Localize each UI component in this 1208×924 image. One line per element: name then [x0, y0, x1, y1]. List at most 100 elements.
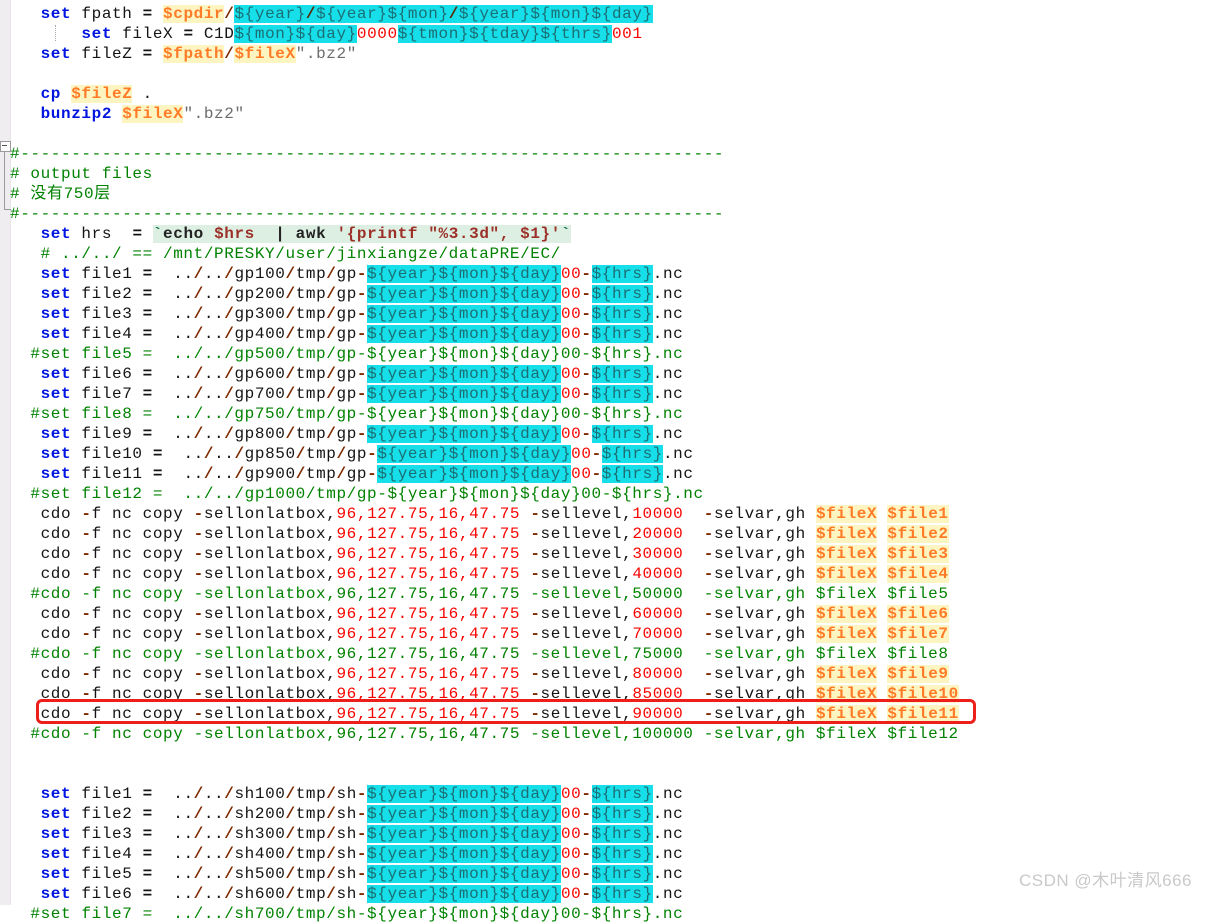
code-token: = [143, 325, 153, 343]
code-token: $fpath [163, 45, 224, 63]
code-line[interactable] [10, 744, 959, 764]
code-token: sh [337, 825, 357, 843]
code-token: - [581, 785, 591, 803]
code-line[interactable] [10, 124, 959, 144]
code-line[interactable]: #set file5 = ../../gp500/tmp/gp-${year}$… [10, 344, 959, 364]
code-line[interactable]: #set file7 = ../../sh700/tmp/sh-${year}$… [10, 904, 959, 924]
code-token: 96,127.75,16,47.75 [336, 525, 520, 543]
code-line[interactable]: cdo -f nc copy -sellonlatbox,96,127.75,1… [10, 504, 959, 524]
code-line[interactable]: cdo -f nc copy -sellonlatbox,96,127.75,1… [10, 604, 959, 624]
watermark-text: CSDN @木叶清风666 [1019, 866, 1192, 891]
code-line[interactable]: # 没有750层 [10, 184, 959, 204]
code-token: set [41, 465, 72, 483]
code-line[interactable]: set file11 = ../../gp900/tmp/gp-${year}$… [10, 464, 959, 484]
code-token: / [285, 265, 295, 283]
code-line[interactable]: set file2 = ../../gp200/tmp/gp-${year}${… [10, 284, 959, 304]
code-line[interactable]: set file10 = ../../gp850/tmp/gp-${year}$… [10, 444, 959, 464]
code-token: file2 [71, 285, 142, 303]
code-token: - [704, 565, 714, 583]
code-token: set [41, 785, 72, 803]
code-token: set [41, 365, 72, 383]
code-line[interactable]: set fpath = $cpdir/${year}/${year}${mon}… [10, 4, 959, 24]
code-token: .nc [653, 265, 684, 283]
code-token: fileX [112, 25, 183, 43]
code-line[interactable]: set hrs = `echo $hrs | awk '{printf "%3.… [10, 224, 959, 244]
code-token: ${hrs} [592, 885, 653, 903]
code-token: / [224, 285, 234, 303]
code-line[interactable]: set fileZ = $fpath/$fileX".bz2" [10, 44, 959, 64]
code-token: echo [163, 225, 214, 243]
code-line[interactable] [10, 64, 959, 84]
code-line[interactable]: #set file8 = ../../gp750/tmp/gp-${year}$… [10, 404, 959, 424]
code-token: ${hrs} [592, 365, 653, 383]
code-line[interactable]: cdo -f nc copy -sellonlatbox,96,127.75,1… [10, 544, 959, 564]
code-token: gp600 [234, 365, 285, 383]
code-token: 00 [561, 305, 581, 323]
code-line[interactable]: set file6 = ../../gp600/tmp/gp-${year}${… [10, 364, 959, 384]
code-line[interactable]: # ../../ == /mnt/PRESKY/user/jinxiangze/… [10, 244, 959, 264]
code-token: ${hrs} [602, 445, 663, 463]
code-line[interactable]: set file5 = ../../sh500/tmp/sh-${year}${… [10, 864, 959, 884]
code-line[interactable]: cdo -f nc copy -sellonlatbox,96,127.75,1… [10, 624, 959, 644]
code-token: .. [153, 325, 194, 343]
code-token [10, 645, 30, 663]
code-line[interactable]: #---------------------------------------… [10, 204, 959, 224]
code-line[interactable]: set file4 = ../../sh400/tmp/sh-${year}${… [10, 844, 959, 864]
code-token: # ../../ == /mnt/PRESKY/user/jinxiangze/… [41, 245, 561, 263]
code-line[interactable]: set file3 = ../../sh300/tmp/sh-${year}${… [10, 824, 959, 844]
code-token: tmp [296, 365, 327, 383]
code-line[interactable]: #cdo -f nc copy -sellonlatbox,96,127.75,… [10, 724, 959, 744]
code-token: .. [204, 785, 224, 803]
code-token [520, 565, 530, 583]
code-token: - [581, 425, 591, 443]
code-line[interactable]: cdo -f nc copy -sellonlatbox,96,127.75,1… [10, 664, 959, 684]
code-line[interactable]: #---------------------------------------… [10, 144, 959, 164]
code-line[interactable]: set file2 = ../../sh200/tmp/sh-${year}${… [10, 804, 959, 824]
code-token: / [326, 265, 336, 283]
code-token: 00 [561, 285, 581, 303]
code-token: fpath [71, 5, 142, 23]
code-token: 80000 [632, 665, 683, 683]
code-line[interactable]: bunzip2 $fileX".bz2" [10, 104, 959, 124]
code-token: sh200 [234, 805, 285, 823]
code-token: 00 [561, 365, 581, 383]
code-line[interactable]: cdo -f nc copy -sellonlatbox,96,127.75,1… [10, 564, 959, 584]
code-token: $fileX [816, 545, 877, 563]
code-token: - [194, 665, 204, 683]
code-line[interactable]: set file1 = ../../gp100/tmp/gp-${year}${… [10, 264, 959, 284]
code-token: / [326, 845, 336, 863]
code-token: gp [337, 265, 357, 283]
code-token: / [234, 465, 244, 483]
code-token: #set file8 = ../../gp750/tmp/gp-${year}$… [30, 405, 683, 423]
code-token: .. [204, 865, 224, 883]
code-token: file3 [71, 825, 142, 843]
code-line[interactable]: set file3 = ../../gp300/tmp/gp-${year}${… [10, 304, 959, 324]
code-token: / [224, 45, 234, 63]
code-line[interactable]: set file1 = ../../sh100/tmp/sh-${year}${… [10, 784, 959, 804]
code-token: / [204, 445, 214, 463]
code-line[interactable]: set file4 = ../../gp400/tmp/gp-${year}${… [10, 324, 959, 344]
code-token: # 没有750层 [10, 185, 111, 203]
code-line[interactable] [10, 764, 959, 784]
fold-collapse-icon[interactable] [0, 141, 11, 152]
code-token: .. [214, 465, 234, 483]
code-token: = [153, 445, 163, 463]
code-token: ${year}${mon}${day} [377, 465, 571, 483]
code-line[interactable]: cp $fileZ . [10, 84, 959, 104]
code-token: tmp [296, 865, 327, 883]
code-line[interactable]: set file6 = ../../sh600/tmp/sh-${year}${… [10, 884, 959, 904]
code-token: - [367, 445, 377, 463]
code-line[interactable]: #cdo -f nc copy -sellonlatbox,96,127.75,… [10, 584, 959, 604]
code-token: set [41, 5, 72, 23]
code-line[interactable]: #cdo -f nc copy -sellonlatbox,96,127.75,… [10, 644, 959, 664]
code-area[interactable]: set fpath = $cpdir/${year}/${year}${mon}… [10, 4, 959, 924]
code-token: .nc [653, 845, 684, 863]
code-line[interactable]: cdo -f nc copy -sellonlatbox,96,127.75,1… [10, 524, 959, 544]
code-line[interactable]: set file7 = ../../gp700/tmp/gp-${year}${… [10, 384, 959, 404]
code-line[interactable]: set fileX = C1D${mon}${day}0000${tmon}${… [10, 24, 959, 44]
code-token: ${hrs} [592, 305, 653, 323]
code-line[interactable]: #set file12 = ../../gp1000/tmp/gp-${year… [10, 484, 959, 504]
code-line[interactable]: # output files [10, 164, 959, 184]
code-line[interactable]: set file9 = ../../gp800/tmp/gp-${year}${… [10, 424, 959, 444]
code-token: tmp [296, 785, 327, 803]
